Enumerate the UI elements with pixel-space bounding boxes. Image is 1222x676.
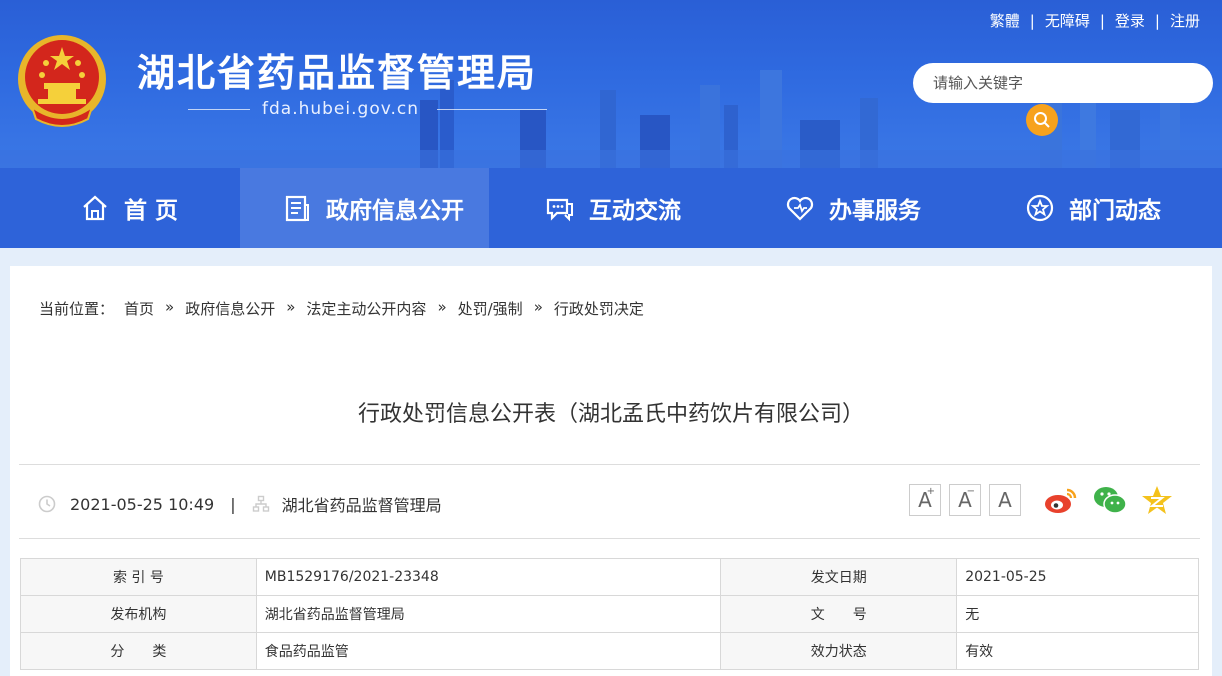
article-container: 当前位置： 首页 » 政府信息公开 » 法定主动公开内容 » 处罚/强制 » 行…	[10, 266, 1212, 676]
nav-label: 办事服务	[829, 198, 921, 224]
star-circle-icon	[1026, 194, 1054, 222]
table-cell-value: 无	[956, 595, 1199, 633]
clock-icon	[38, 495, 56, 513]
breadcrumb: 当前位置： 首页 » 政府信息公开 » 法定主动公开内容 » 处罚/强制 » 行…	[39, 298, 644, 319]
url-divider-left	[188, 109, 250, 110]
login-link[interactable]: 登录	[1115, 10, 1145, 31]
nav-item-home[interactable]: 首 页	[80, 168, 230, 248]
search-button[interactable]	[1026, 104, 1058, 136]
site-title: 湖北省药品监督管理局	[137, 51, 538, 95]
site-url: fda.hubei.gov.cn	[262, 99, 419, 119]
main-nav: 首 页 政府信息公开 互动交流 办事服务 部门动态	[0, 168, 1222, 248]
chat-icon	[546, 198, 573, 222]
link-separator: |	[1099, 11, 1105, 30]
wechat-icon[interactable]	[1092, 484, 1128, 516]
font-size-default-button[interactable]: A	[989, 484, 1021, 516]
breadcrumb-separator: »	[437, 298, 447, 316]
national-emblem-logo	[18, 35, 106, 127]
document-icon	[285, 195, 309, 222]
qzone-icon[interactable]	[1139, 484, 1175, 516]
register-link[interactable]: 注册	[1170, 10, 1200, 31]
nav-label: 首 页	[124, 198, 179, 224]
nav-item-gov-info[interactable]: 政府信息公开	[240, 168, 489, 248]
nav-item-services[interactable]: 办事服务	[785, 168, 935, 248]
article-meta: 2021-05-25 10:49 | 湖北省药品监督管理局	[38, 492, 442, 516]
table-cell-value: MB1529176/2021-23348	[255, 558, 722, 596]
publisher-name: 湖北省药品监督管理局	[281, 496, 442, 515]
font-size-large-button[interactable]: A +	[909, 484, 941, 516]
article-title: 行政处罚信息公开表（湖北孟氏中药饮片有限公司）	[357, 402, 864, 427]
top-links: 繁體 | 无障碍 | 登录 | 注册	[990, 10, 1200, 31]
table-cell-value: 有效	[956, 632, 1199, 670]
info-table: 索 引 号 MB1529176/2021-23348 发文日期 2021-05-…	[20, 558, 1199, 670]
site-header: 湖北省药品监督管理局 fda.hubei.gov.cn 繁體 | 无障碍 | 登…	[0, 0, 1222, 168]
nav-label: 互动交流	[589, 198, 681, 224]
table-row: 发布机构 湖北省药品监督管理局 文 号 无	[20, 595, 1199, 633]
accessibility-link[interactable]: 无障碍	[1045, 10, 1090, 31]
breadcrumb-separator: »	[533, 298, 543, 316]
heart-icon	[786, 196, 814, 221]
meta-divider	[19, 538, 1200, 539]
table-cell-key: 文 号	[720, 595, 958, 633]
table-row: 索 引 号 MB1529176/2021-23348 发文日期 2021-05-…	[20, 558, 1199, 596]
table-cell-key: 发文日期	[720, 558, 958, 596]
table-cell-key: 分 类	[20, 632, 257, 670]
nav-label: 部门动态	[1069, 198, 1161, 224]
meta-separator: |	[230, 494, 236, 514]
search-input[interactable]	[913, 63, 1213, 103]
table-cell-value: 食品药品监管	[255, 632, 722, 670]
weibo-icon[interactable]	[1043, 484, 1079, 516]
breadcrumb-item-statutory[interactable]: 法定主动公开内容	[306, 298, 426, 319]
breadcrumb-item-decision[interactable]: 行政处罚决定	[554, 298, 644, 319]
link-separator: |	[1154, 11, 1160, 30]
table-cell-key: 索 引 号	[20, 558, 257, 596]
breadcrumb-item-home[interactable]: 首页	[124, 298, 154, 319]
table-cell-key: 发布机构	[20, 595, 257, 633]
table-cell-value: 湖北省药品监督管理局	[255, 595, 722, 633]
url-divider-right	[437, 109, 547, 110]
breadcrumb-item-penalty[interactable]: 处罚/强制	[458, 298, 523, 319]
table-cell-key: 效力状态	[720, 632, 958, 670]
organization-icon	[252, 495, 269, 512]
traditional-chinese-link[interactable]: 繁體	[990, 10, 1020, 31]
title-divider	[19, 464, 1200, 465]
font-size-small-button[interactable]: A −	[949, 484, 981, 516]
table-cell-value: 2021-05-25	[956, 558, 1199, 596]
search-icon	[1034, 112, 1050, 128]
breadcrumb-prefix: 当前位置：	[39, 300, 115, 318]
font-size-default-label: A	[998, 488, 1012, 512]
publish-datetime: 2021-05-25 10:49	[70, 494, 215, 514]
table-row: 分 类 食品药品监管 效力状态 有效	[20, 632, 1199, 670]
nav-item-interaction[interactable]: 互动交流	[545, 168, 695, 248]
home-icon	[83, 195, 107, 221]
breadcrumb-separator: »	[286, 298, 296, 316]
link-separator: |	[1029, 11, 1035, 30]
breadcrumb-item-gov-info[interactable]: 政府信息公开	[185, 298, 275, 319]
nav-label: 政府信息公开	[326, 198, 464, 224]
nav-item-department-news[interactable]: 部门动态	[1025, 168, 1185, 248]
breadcrumb-separator: »	[165, 298, 175, 316]
